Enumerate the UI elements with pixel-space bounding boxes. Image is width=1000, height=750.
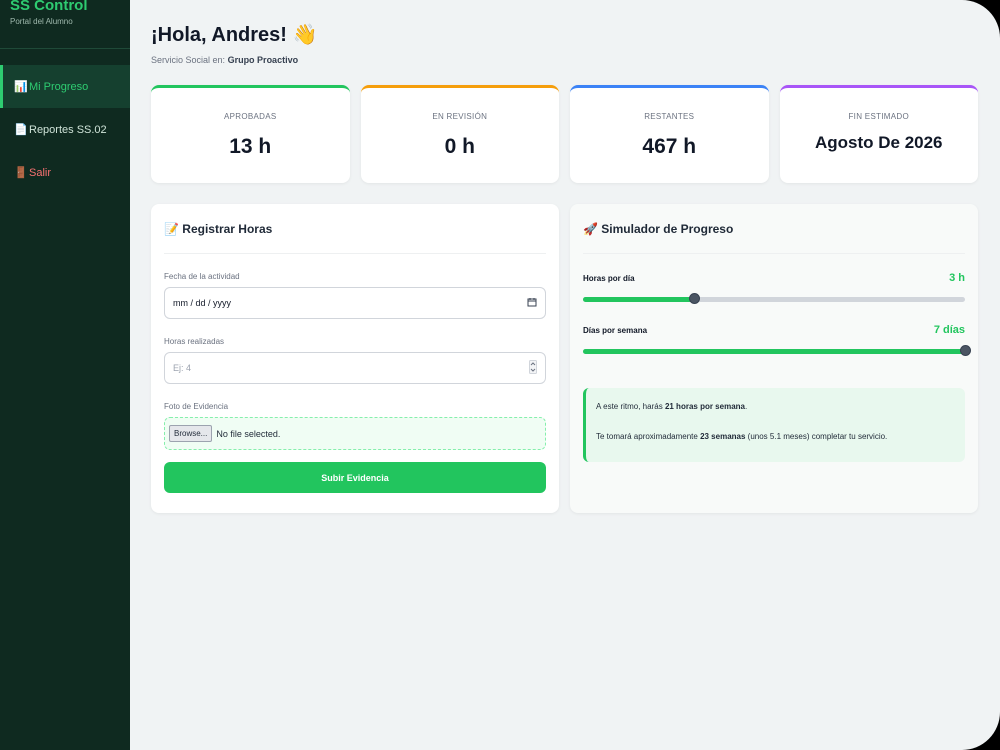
hours-per-day-label: Horas por día (583, 273, 635, 283)
hours-per-day-slider[interactable] (583, 292, 965, 306)
days-per-week-label: Días por semana (583, 325, 648, 335)
result-weeks: 23 semanas (700, 432, 746, 441)
register-hours-panel: 📝 Registrar Horas Fecha de la actividad … (151, 204, 559, 513)
hours-per-day-row: Horas por día 3 h (583, 272, 965, 284)
service-org: Grupo Proactivo (227, 55, 299, 65)
sidebar-item-label: Salir (29, 166, 52, 179)
stat-value: Agosto De 2026 (814, 133, 943, 152)
result-text: . (744, 402, 748, 411)
slider-thumb[interactable] (688, 293, 700, 304)
stat-card-fin-estimado: Fin Estimado Agosto De 2026 (779, 85, 978, 183)
hours-placeholder: Ej: 4 (173, 363, 192, 373)
sidebar: SS Control Portal del Alumno 📊 Mi Progre… (0, 0, 130, 750)
sidebar-item-mi-progreso[interactable]: 📊 Mi Progreso (0, 65, 130, 108)
sidebar-item-label: Reportes SS.02 (29, 123, 107, 136)
sidebar-nav: 📊 Mi Progreso 📄 Reportes SS.02 🚪 Salir (0, 65, 130, 194)
brand-title: SS Control (10, 0, 88, 14)
days-per-week-slider[interactable] (583, 344, 971, 358)
app-window: SS Control Portal del Alumno 📊 Mi Progre… (0, 0, 1000, 750)
main-content: ¡Hola, Andres! 👋 Servicio Social en: Gru… (130, 0, 1000, 750)
register-panel-title: 📝 Registrar Horas (164, 204, 546, 254)
days-per-week-value: 7 días (933, 324, 965, 336)
date-label: Fecha de la actividad (164, 272, 240, 281)
sidebar-item-label: Mi Progreso (29, 80, 89, 93)
stat-card-aprobadas: Aprobadas 13 h (151, 85, 350, 183)
date-placeholder: mm / dd / yyyy (173, 298, 232, 308)
chart-icon: 📊 (14, 81, 28, 93)
slider-fill (583, 349, 965, 354)
hours-label: Horas realizadas (164, 337, 225, 346)
stat-label: Aprobadas (224, 112, 277, 121)
hours-per-day-value: 3 h (949, 272, 965, 284)
result-text: (unos 5.1 meses) completar tu servicio. (747, 432, 888, 441)
service-prefix: Servicio Social en: (151, 55, 226, 65)
submit-evidence-button[interactable]: Subir Evidencia (164, 462, 546, 493)
panels-row: 📝 Registrar Horas Fecha de la actividad … (151, 204, 978, 513)
brand-subtitle: Portal del Alumno (10, 17, 73, 26)
spinner-icon[interactable] (529, 360, 537, 376)
stats-row: Aprobadas 13 h En Revisión 0 h Restantes… (151, 85, 978, 183)
stat-card-restantes: Restantes 467 h (570, 85, 769, 183)
simulator-panel-title: 🚀 Simulador de Progreso (583, 204, 965, 254)
brand: SS Control Portal del Alumno (0, 0, 130, 49)
hours-input[interactable]: Ej: 4 (164, 352, 546, 384)
slider-fill (583, 297, 694, 302)
stat-label: En Revisión (432, 112, 488, 121)
calendar-icon[interactable] (527, 297, 537, 309)
stat-value: 467 h (642, 135, 697, 158)
result-text: Te tomará aproximadamente (596, 432, 698, 441)
stat-value: 0 h (444, 135, 475, 158)
sidebar-item-salir[interactable]: 🚪 Salir (0, 151, 130, 194)
stat-card-en-revision: En Revisión 0 h (360, 85, 559, 183)
stat-label: Fin Estimado (848, 112, 909, 121)
file-status: No file selected. (216, 428, 281, 439)
page-title: ¡Hola, Andres! 👋 (151, 24, 318, 46)
browse-button[interactable]: Browse... (169, 425, 213, 442)
simulation-result: A este ritmo, harás 21 horas por semana.… (583, 388, 965, 462)
result-line-2: Te tomará aproximadamente 23 semanas (un… (596, 432, 955, 441)
service-info: Servicio Social en: Grupo Proactivo (151, 55, 978, 65)
days-per-week-row: Días por semana 7 días (583, 324, 965, 336)
stat-label: Restantes (644, 112, 695, 121)
door-icon: 🚪 (14, 167, 28, 179)
simulator-panel: 🚀 Simulador de Progreso Horas por día 3 … (570, 204, 978, 513)
sidebar-item-reportes[interactable]: 📄 Reportes SS.02 (0, 108, 130, 151)
result-line-1: A este ritmo, harás 21 horas por semana. (596, 402, 955, 411)
stat-value: 13 h (229, 135, 272, 158)
slider-thumb[interactable] (960, 345, 971, 356)
file-input[interactable]: Browse... No file selected. (164, 417, 546, 450)
photo-label: Foto de Evidencia (164, 402, 229, 411)
date-input[interactable]: mm / dd / yyyy (164, 287, 546, 319)
result-hours-per-week: 21 horas por semana (664, 402, 745, 411)
document-icon: 📄 (14, 124, 28, 136)
result-text: A este ritmo, harás (596, 402, 663, 411)
